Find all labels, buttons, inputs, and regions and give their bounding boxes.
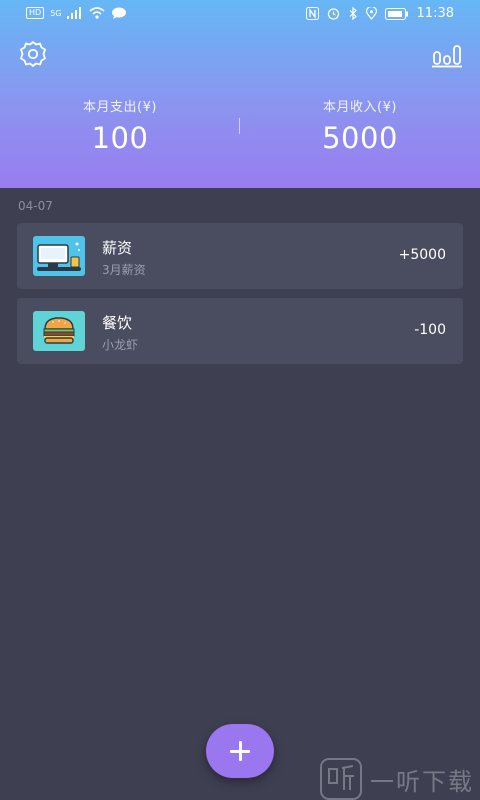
nfc-icon	[305, 7, 319, 20]
expense-label: 本月支出(¥)	[83, 100, 157, 115]
record-note: 小龙虾	[102, 338, 139, 352]
watermark: 一听下载	[320, 758, 474, 800]
status-bar: HD 5G 11:38	[0, 0, 480, 28]
statistics-icon[interactable]	[432, 42, 462, 68]
salary-icon	[33, 236, 85, 276]
record-note: 3月薪资	[102, 263, 146, 277]
expense-summary: 本月支出(¥) 100	[0, 96, 240, 155]
record-title: 餐饮	[102, 314, 133, 332]
watermark-logo-icon	[320, 758, 362, 800]
signal-icon	[67, 7, 82, 19]
bluetooth-icon	[349, 7, 357, 20]
battery-icon	[384, 7, 408, 20]
record-item-dining[interactable]: 餐饮 小龙虾 -100	[17, 298, 463, 364]
income-summary: 本月收入(¥) 5000	[240, 96, 480, 155]
network-type: 5G	[50, 8, 62, 18]
record-title: 薪资	[102, 239, 133, 257]
hd-badge: HD	[26, 7, 45, 19]
add-record-button[interactable]	[206, 724, 274, 778]
location-icon	[365, 7, 377, 20]
expense-value: 100	[91, 121, 149, 155]
record-amount: +5000	[398, 247, 446, 263]
summary-header: HD 5G 11:38 本月支出(¥) 100 本月收入(¥) 5000	[0, 0, 480, 188]
income-value: 5000	[322, 121, 398, 155]
clock: 11:38	[416, 6, 454, 21]
income-label: 本月收入(¥)	[323, 100, 397, 115]
burger-icon	[33, 311, 85, 351]
record-amount: -100	[414, 322, 446, 338]
alarm-icon	[327, 8, 339, 20]
message-icon	[112, 7, 127, 19]
settings-gear-icon[interactable]	[19, 40, 47, 68]
watermark-text: 一听下载	[370, 767, 474, 796]
record-item-salary[interactable]: 薪资 3月薪资 +5000	[17, 223, 463, 289]
month-summary: 本月支出(¥) 100 本月收入(¥) 5000	[0, 96, 480, 166]
wifi-icon	[89, 7, 106, 19]
date-group-label: 04-07	[18, 199, 53, 213]
